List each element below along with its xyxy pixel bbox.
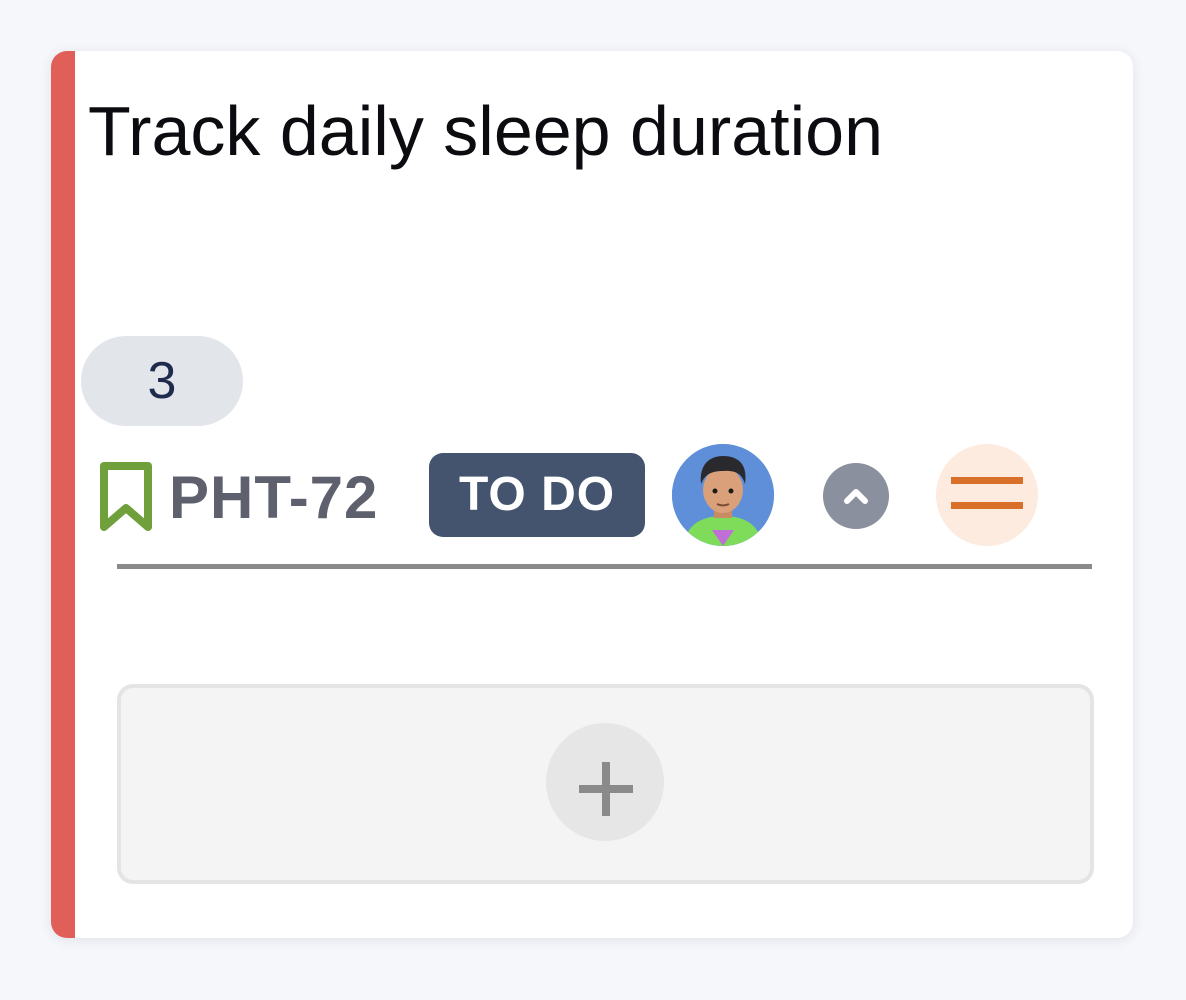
add-subtask-area <box>117 684 1094 884</box>
plus-icon <box>546 723 664 841</box>
assignee-avatar[interactable] <box>672 444 774 546</box>
issue-meta-row: PHT-72 TO DO <box>99 443 1099 547</box>
issue-card[interactable]: Track daily sleep duration 3 PHT-72 TO D… <box>51 51 1133 938</box>
story-points-badge: 3 <box>81 336 243 426</box>
bookmark-icon <box>99 461 153 533</box>
collapse-button[interactable] <box>823 463 889 529</box>
card-accent-bar <box>51 51 75 938</box>
priority-medium-icon <box>936 444 1038 546</box>
chevron-up-icon <box>823 463 889 529</box>
status-badge[interactable]: TO DO <box>429 453 645 537</box>
card-divider <box>117 564 1092 569</box>
issue-key-link[interactable]: PHT-72 <box>169 463 378 533</box>
priority-medium-button[interactable] <box>936 444 1038 546</box>
issue-title[interactable]: Track daily sleep duration <box>88 91 883 171</box>
add-button[interactable] <box>546 723 664 841</box>
